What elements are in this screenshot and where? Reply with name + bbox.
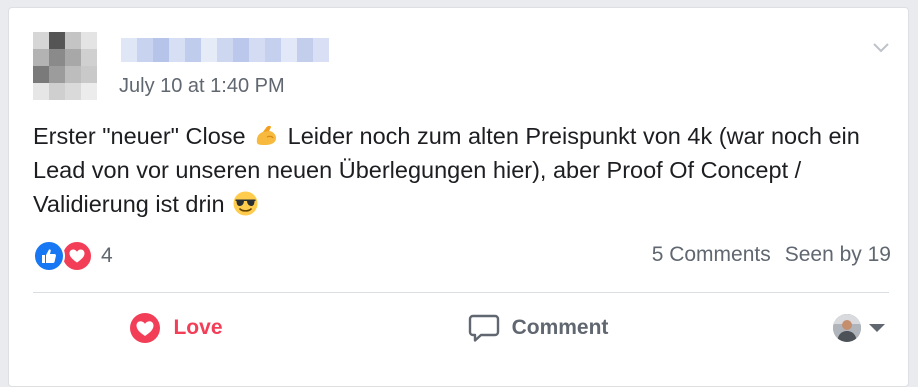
actions-divider bbox=[33, 292, 889, 293]
smiling-face-with-sunglasses-emoji-icon bbox=[232, 190, 259, 217]
love-reaction-icon bbox=[61, 240, 93, 272]
flexed-biceps-emoji-icon bbox=[253, 122, 280, 149]
comment-button-label: Comment bbox=[511, 316, 609, 339]
reaction-identity-chooser[interactable] bbox=[833, 314, 885, 342]
comment-bubble-icon bbox=[468, 313, 500, 343]
love-button-label: Love bbox=[173, 316, 223, 339]
stats-right: 5 Comments Seen by 19 bbox=[652, 243, 891, 267]
post-text-part1: Erster "neuer" Close bbox=[33, 123, 246, 149]
post-stats: 4 5 Comments Seen by 19 bbox=[33, 239, 891, 273]
comment-button[interactable]: Comment bbox=[395, 302, 681, 354]
post-timestamp[interactable]: July 10 at 1:40 PM bbox=[119, 75, 285, 98]
chevron-down-icon bbox=[869, 324, 885, 332]
like-reaction-icon bbox=[33, 240, 65, 272]
comments-count-link[interactable]: 5 Comments bbox=[652, 243, 771, 266]
post-body: Erster "neuer" Close Leider noch zum alt… bbox=[33, 119, 893, 221]
post-actions: Love Comment bbox=[33, 302, 891, 354]
post-options-chevron-icon[interactable] bbox=[871, 40, 891, 54]
reaction-count: 4 bbox=[101, 244, 113, 267]
post-header: July 10 at 1:40 PM bbox=[33, 32, 893, 108]
post-card: July 10 at 1:40 PM Erster "neuer" Close … bbox=[8, 7, 909, 387]
reaction-summary[interactable]: 4 bbox=[33, 239, 113, 273]
seen-by-link[interactable]: Seen by 19 bbox=[785, 243, 891, 266]
author-avatar-blurred[interactable] bbox=[33, 32, 97, 100]
love-button[interactable]: Love bbox=[33, 302, 319, 354]
author-name-blurred[interactable] bbox=[121, 38, 329, 62]
profile-avatar-icon bbox=[833, 314, 861, 342]
love-heart-icon bbox=[129, 312, 161, 344]
